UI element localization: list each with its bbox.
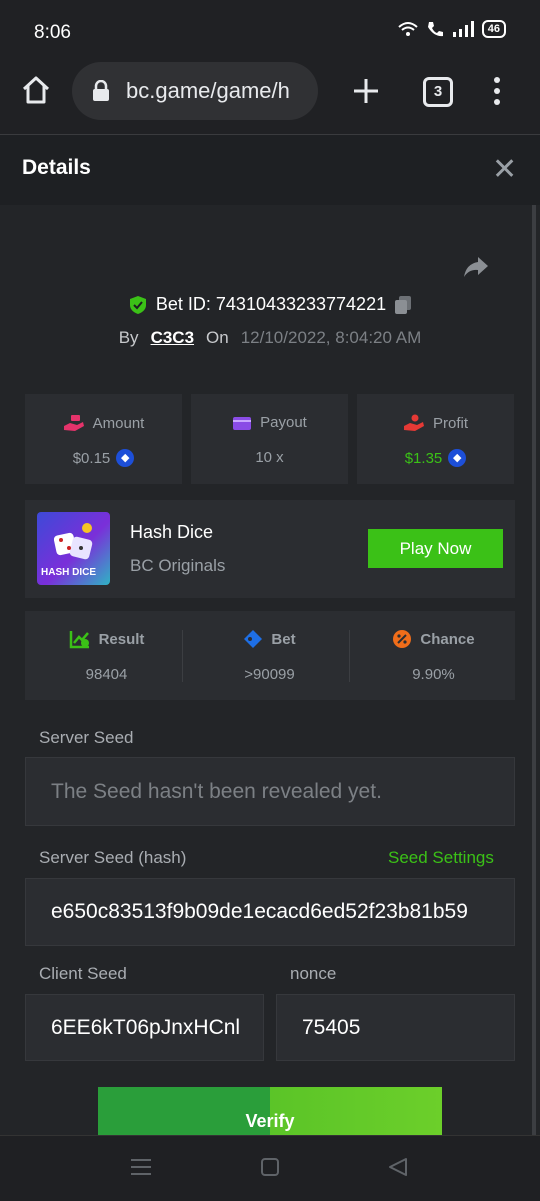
percent-icon bbox=[393, 630, 412, 648]
home-nav-icon[interactable] bbox=[260, 1158, 280, 1176]
verified-shield-icon bbox=[129, 295, 146, 314]
tag-icon bbox=[244, 630, 263, 648]
amount-value: $0.15 bbox=[72, 449, 111, 467]
wallet-icon bbox=[233, 416, 252, 430]
address-text: bc.game/game/h bbox=[126, 78, 290, 103]
amount-box: Amount $0.15 ◆ bbox=[25, 394, 182, 484]
back-icon[interactable] bbox=[388, 1157, 408, 1177]
result-label: Result bbox=[98, 630, 145, 648]
chance-value: 9.90% bbox=[412, 666, 455, 683]
home-icon[interactable] bbox=[20, 74, 52, 106]
signal-icon bbox=[452, 21, 474, 37]
bet-value: >90099 bbox=[244, 666, 295, 683]
bet-id-row: Bet ID: 74310433233774221 bbox=[0, 294, 540, 315]
tab-switcher-button[interactable]: 3 bbox=[423, 77, 453, 107]
lock-icon bbox=[93, 80, 109, 101]
close-icon[interactable]: ✕ bbox=[492, 152, 517, 187]
play-now-button[interactable]: Play Now bbox=[368, 529, 503, 568]
client-seed-field[interactable]: 6EE6kT06pJnxHCnl bbox=[25, 994, 264, 1061]
divider bbox=[349, 630, 350, 682]
thumbnail-text: HASH DICE bbox=[41, 567, 97, 578]
by-label: By bbox=[118, 328, 139, 347]
profit-box: Profit $1.35 ◆ bbox=[357, 394, 514, 484]
server-seed-label: Server Seed bbox=[39, 728, 134, 747]
payout-value: 10 x bbox=[255, 449, 284, 466]
seed-settings-link[interactable]: Seed Settings bbox=[388, 848, 494, 868]
server-seed-hash-label: Server Seed (hash) bbox=[39, 848, 187, 867]
copy-icon[interactable] bbox=[394, 295, 412, 315]
server-seed-hash-field[interactable]: e650c83513f9b09de1ecacd6ed52f23b81b59 bbox=[25, 878, 515, 946]
status-time: 8:06 bbox=[34, 22, 71, 43]
bet-label: Bet bbox=[271, 630, 296, 648]
bet-date: 12/10/2022, 8:04:20 AM bbox=[240, 328, 422, 347]
nonce-field[interactable]: 75405 bbox=[276, 994, 515, 1061]
server-seed-field[interactable]: The Seed hasn't been revealed yet. bbox=[25, 757, 515, 826]
user-link[interactable]: C3C3 bbox=[151, 328, 194, 348]
verify-button[interactable]: Verify bbox=[98, 1087, 442, 1135]
profit-hand-icon bbox=[403, 414, 424, 431]
client-seed-label: Client Seed bbox=[39, 964, 127, 983]
chance-label: Chance bbox=[420, 630, 475, 648]
details-title: Details bbox=[22, 156, 91, 179]
payout-box: Payout 10 x bbox=[191, 394, 348, 484]
bet-id: Bet ID: 74310433233774221 bbox=[155, 294, 387, 314]
divider bbox=[182, 630, 183, 682]
bet-column: Bet >90099 bbox=[188, 611, 351, 700]
crypto-coin-icon: ◆ bbox=[116, 449, 135, 467]
status-icons: 46 bbox=[398, 20, 506, 38]
profit-label: Profit bbox=[432, 414, 468, 432]
more-menu-icon[interactable] bbox=[492, 76, 502, 106]
wifi-icon bbox=[398, 22, 418, 36]
dice-icon bbox=[53, 523, 93, 560]
profit-value: $1.35 bbox=[404, 449, 443, 467]
game-thumbnail[interactable]: HASH DICE bbox=[37, 512, 110, 585]
money-hand-icon bbox=[63, 415, 84, 431]
wifi-call-icon bbox=[427, 22, 443, 37]
payout-label: Payout bbox=[260, 414, 307, 431]
chart-check-icon bbox=[69, 631, 89, 649]
game-provider: BC Originals bbox=[130, 556, 226, 575]
crypto-coin-icon: ◆ bbox=[448, 449, 467, 467]
chance-column: Chance 9.90% bbox=[352, 611, 515, 700]
game-name: Hash Dice bbox=[130, 522, 214, 542]
share-icon[interactable] bbox=[463, 256, 489, 278]
bet-by-row: By C3C3 On 12/10/2022, 8:04:20 AM bbox=[0, 328, 540, 348]
new-tab-icon[interactable] bbox=[352, 77, 380, 105]
result-column: Result 98404 bbox=[25, 611, 188, 700]
recents-icon[interactable] bbox=[130, 1157, 152, 1177]
battery-icon: 46 bbox=[481, 20, 506, 38]
result-value: 98404 bbox=[85, 666, 128, 683]
on-label: On bbox=[206, 328, 229, 347]
amount-label: Amount bbox=[92, 414, 145, 432]
nonce-label: nonce bbox=[290, 964, 337, 983]
